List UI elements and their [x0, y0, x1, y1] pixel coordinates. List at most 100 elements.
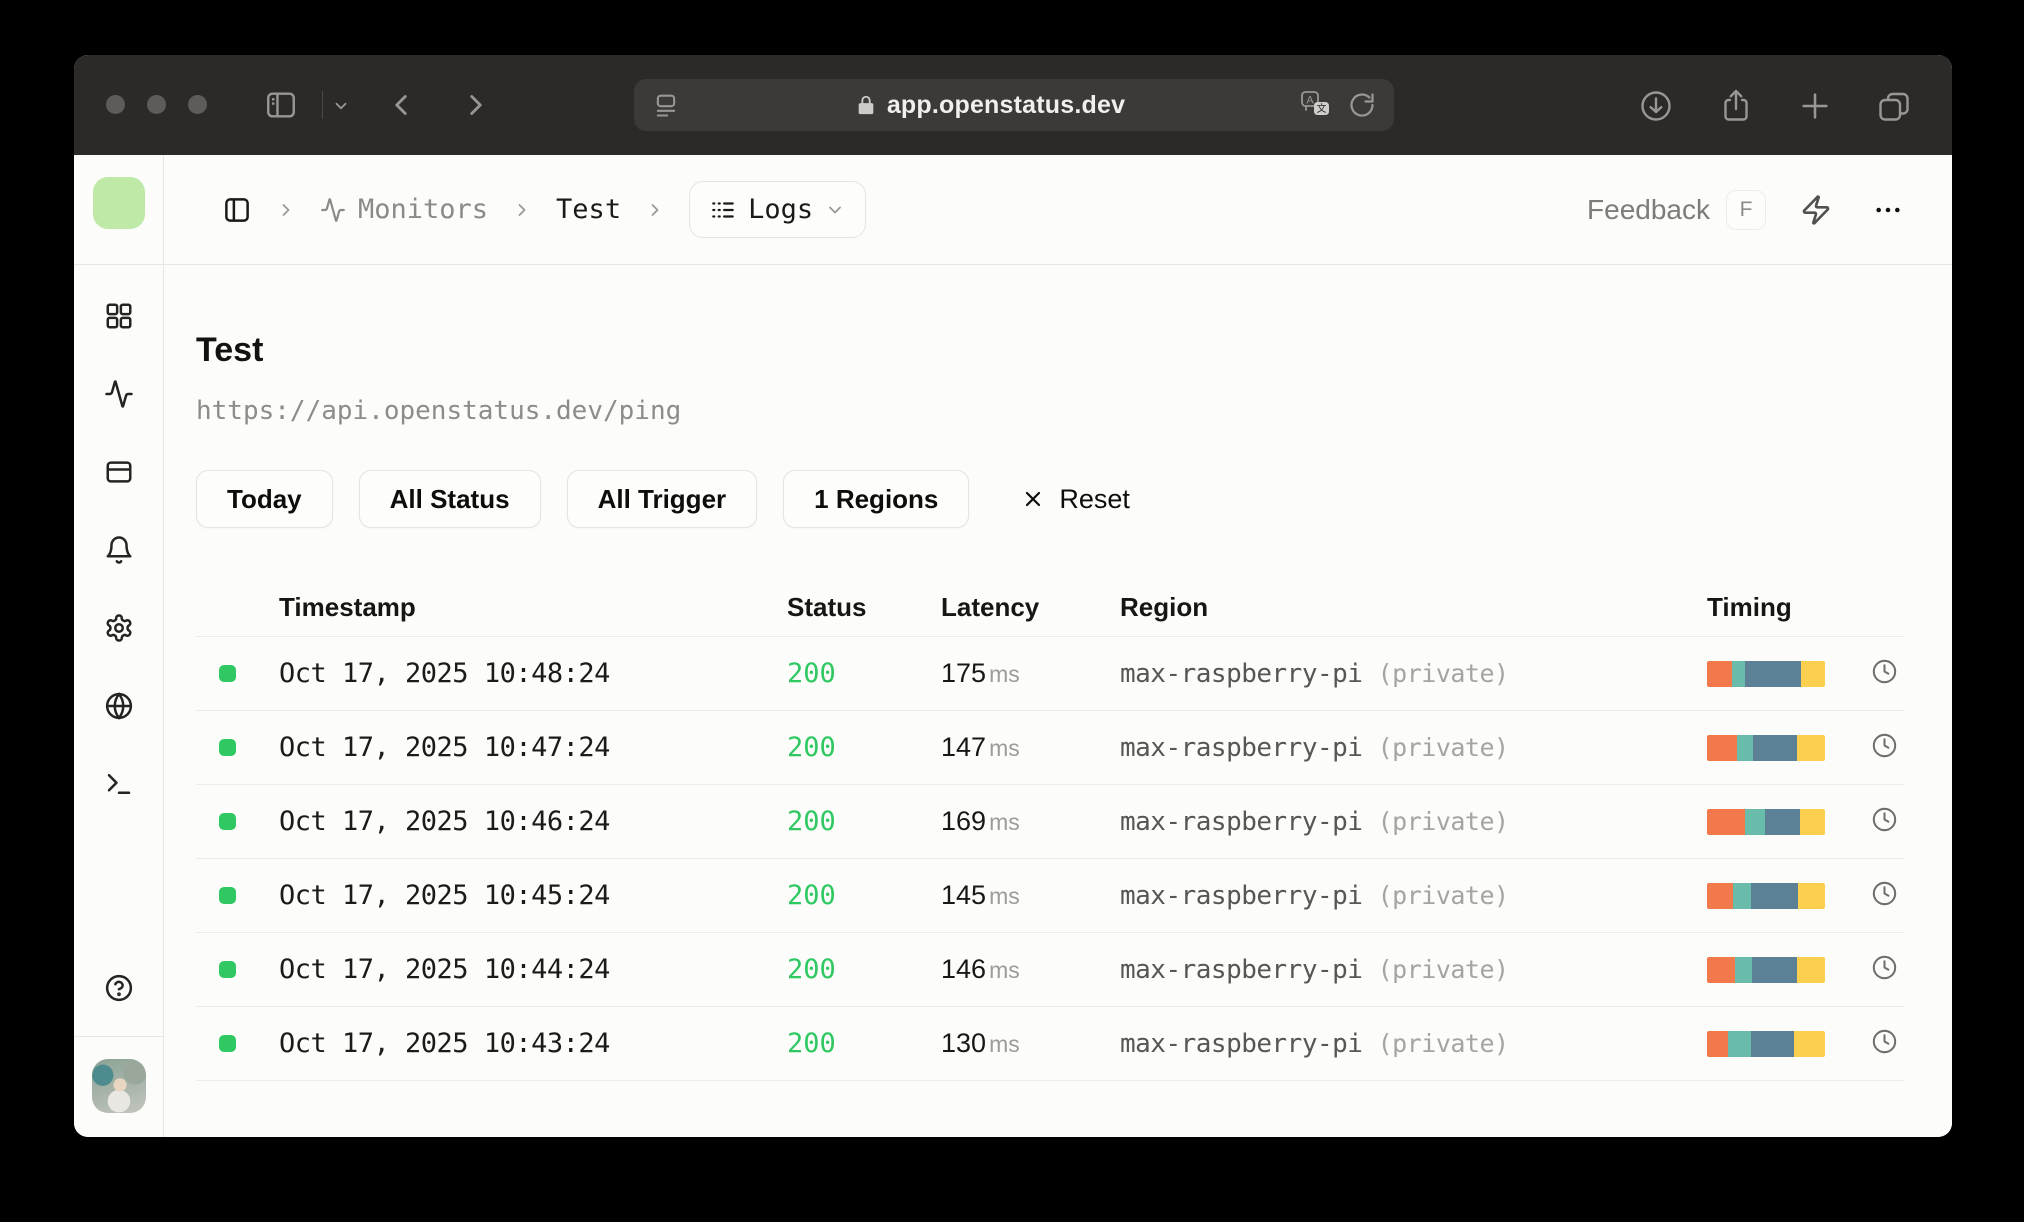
reset-filters-button[interactable]: Reset: [1021, 484, 1130, 515]
clock-icon[interactable]: [1871, 1028, 1898, 1060]
tab-overview-icon[interactable]: [1876, 88, 1912, 124]
row-latency-value: 175: [941, 658, 987, 688]
row-latency-unit: ms: [989, 957, 1020, 983]
app-sidebar-toggle-icon[interactable]: [222, 195, 252, 225]
app-header: Monitors Test Logs Feedback F: [164, 155, 1952, 265]
browser-sidebar-toggle-icon[interactable]: [264, 88, 298, 122]
logs-dropdown-button[interactable]: Logs: [689, 181, 867, 238]
filter-regions-button[interactable]: 1 Regions: [783, 470, 970, 528]
downloads-icon[interactable]: [1638, 88, 1674, 124]
timing-segment-2: [1731, 660, 1745, 687]
notifications-bell-icon[interactable]: [104, 535, 134, 570]
timing-segment-1: [1707, 808, 1745, 835]
timing-segment-3: [1751, 956, 1797, 983]
minimize-window-button[interactable]: [147, 95, 166, 114]
col-status: Status: [787, 591, 867, 622]
zap-icon[interactable]: [1800, 194, 1832, 226]
timing-segment-1: [1707, 734, 1737, 761]
table-row[interactable]: Oct 17, 2025 10:44:24 200 146 ms max-rasp…: [196, 932, 1904, 1006]
clock-icon[interactable]: [1871, 732, 1898, 764]
domains-globe-icon[interactable]: [104, 691, 134, 726]
timing-segment-3: [1753, 734, 1797, 761]
breadcrumb-test[interactable]: Test: [556, 194, 621, 225]
timing-segment-3: [1764, 808, 1801, 835]
tab-group-chevron-icon[interactable]: [332, 97, 350, 115]
timing-segment-1: [1707, 882, 1733, 909]
filter-trigger-button[interactable]: All Trigger: [566, 470, 758, 528]
clock-icon[interactable]: [1871, 806, 1898, 838]
reload-icon[interactable]: [1348, 91, 1376, 119]
user-avatar[interactable]: [91, 1059, 146, 1113]
monitors-activity-icon[interactable]: [104, 379, 134, 414]
filter-date-button[interactable]: Today: [196, 470, 333, 528]
logs-list-icon: [712, 201, 734, 218]
breadcrumb-chevron-icon: [276, 200, 296, 220]
timing-bar[interactable]: [1707, 808, 1825, 835]
timing-segment-4: [1796, 734, 1825, 761]
translate-icon[interactable]: A文: [1300, 90, 1332, 120]
clock-icon[interactable]: [1871, 658, 1898, 690]
filter-status-button[interactable]: All Status: [358, 470, 541, 528]
table-row[interactable]: Oct 17, 2025 10:48:24 200 175 ms max-rasp…: [196, 636, 1904, 710]
status-pages-card-icon[interactable]: [104, 457, 134, 492]
timing-segment-2: [1736, 734, 1754, 761]
table-row[interactable]: Oct 17, 2025 10:46:24 200 169 ms max-rasp…: [196, 784, 1904, 858]
feedback-label: Feedback: [1587, 193, 1710, 225]
row-timestamp: Oct 17, 2025 10:43:24: [279, 1028, 610, 1059]
more-options-icon[interactable]: [1872, 194, 1904, 226]
timing-segment-4: [1796, 956, 1825, 983]
breadcrumb-chevron-icon: [512, 200, 532, 220]
breadcrumb-monitors-label: Monitors: [358, 194, 489, 225]
cli-terminal-icon[interactable]: [104, 769, 134, 804]
status-ok-dot: [219, 887, 236, 904]
timing-bar[interactable]: [1707, 956, 1825, 983]
new-tab-icon[interactable]: [1798, 89, 1832, 123]
timing-segment-1: [1707, 956, 1736, 983]
svg-text:A: A: [1306, 95, 1314, 107]
timing-bar[interactable]: [1707, 660, 1825, 687]
feedback-shortcut-badge: F: [1726, 189, 1766, 230]
row-status-code: 200: [787, 1028, 836, 1059]
row-region-note: (private): [1377, 954, 1509, 984]
page-title: Test: [196, 331, 264, 369]
row-status-code: 200: [787, 880, 836, 911]
help-circle-icon[interactable]: [104, 973, 134, 1008]
app-sidebar: [74, 155, 164, 1137]
row-status-code: 200: [787, 806, 836, 837]
zoom-window-button[interactable]: [188, 95, 207, 114]
status-ok-dot: [219, 739, 236, 756]
settings-gear-icon[interactable]: [104, 613, 134, 648]
browser-window: app.openstatus.dev A文 Monitors Test Logs…: [74, 55, 1952, 1137]
timing-bar[interactable]: [1707, 734, 1825, 761]
status-ok-dot: [219, 813, 236, 830]
browser-toolbar: app.openstatus.dev A文: [74, 55, 1952, 155]
table-row[interactable]: Oct 17, 2025 10:47:24 200 147 ms max-rasp…: [196, 710, 1904, 784]
row-timestamp: Oct 17, 2025 10:44:24: [279, 954, 610, 985]
timing-bar[interactable]: [1707, 882, 1825, 909]
traffic-lights[interactable]: [106, 95, 207, 114]
table-row[interactable]: Oct 17, 2025 10:43:24 200 130 ms max-rasp…: [196, 1006, 1904, 1080]
activity-icon: [321, 197, 345, 222]
timing-segment-4: [1800, 808, 1825, 835]
forward-icon[interactable]: [459, 88, 493, 122]
timing-segment-4: [1794, 1030, 1825, 1057]
timing-bar[interactable]: [1707, 1030, 1825, 1057]
breadcrumb-monitors[interactable]: Monitors: [320, 194, 488, 225]
timing-segment-1: [1707, 660, 1732, 687]
row-region: max-raspberry-pi: [1120, 806, 1363, 837]
logs-table: Timestamp Status Latency Region Timing O…: [196, 584, 1904, 1081]
feedback-button[interactable]: Feedback F: [1587, 189, 1766, 230]
clock-icon[interactable]: [1871, 880, 1898, 912]
row-status-code: 200: [787, 732, 836, 763]
page-format-icon[interactable]: [652, 91, 680, 119]
dashboard-grid-icon[interactable]: [104, 301, 134, 336]
clock-icon[interactable]: [1871, 954, 1898, 986]
timing-segment-2: [1728, 1030, 1751, 1057]
close-window-button[interactable]: [106, 95, 125, 114]
address-bar[interactable]: app.openstatus.dev A文: [634, 79, 1394, 131]
table-row[interactable]: Oct 17, 2025 10:45:24 200 145 ms max-rasp…: [196, 858, 1904, 932]
row-latency-unit: ms: [989, 883, 1020, 909]
share-icon[interactable]: [1718, 88, 1754, 124]
back-icon[interactable]: [384, 88, 418, 122]
workspace-logo[interactable]: [92, 177, 145, 229]
